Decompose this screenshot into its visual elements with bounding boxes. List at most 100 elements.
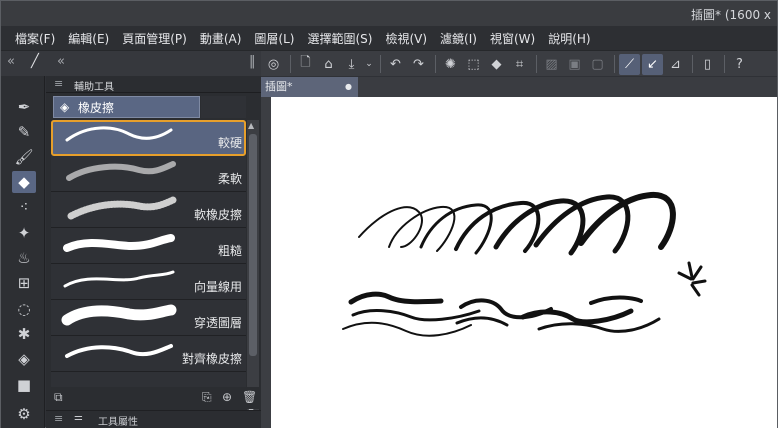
menu-animation[interactable]: 動畫(A) xyxy=(200,30,242,47)
figure-icon[interactable]: ⚙ xyxy=(12,403,36,425)
vector-snap-icon[interactable]: ↙ xyxy=(642,53,663,75)
sub-tool-label: 向量線用 xyxy=(193,280,242,294)
grid-icon[interactable]: ⊞ xyxy=(12,272,36,294)
document-tab[interactable]: 插圖* ● xyxy=(261,77,358,97)
canvas-drawing xyxy=(342,191,707,337)
menu-icon[interactable]: ≡ xyxy=(54,412,63,425)
list-item[interactable]: 軟橡皮擦 xyxy=(51,192,246,228)
menu-edit[interactable]: 編輯(E) xyxy=(68,30,109,47)
smartphone-icon[interactable]: ▯ xyxy=(697,54,718,75)
collapse-left-icon[interactable]: « xyxy=(7,54,15,69)
menu-icon[interactable]: ≡ xyxy=(54,77,63,90)
lasso-icon[interactable]: ◌ xyxy=(12,298,36,320)
tool-property-header: ≡ ⚌ 工具屬性 xyxy=(46,410,261,428)
toolbar-icons: ◎ 🗋 ⌂ ⤓ ⌄ ↶ ↷ ✺ ⬚ ◆ ⌗ ▨ ▣ ▢ ⟋ ↙ ⊿ ▯ ? xyxy=(263,53,752,75)
list-item[interactable]: 粗糙 xyxy=(51,228,246,264)
open-folder-icon[interactable]: ⌂ xyxy=(318,54,339,75)
help-icon[interactable]: ? xyxy=(729,54,750,75)
sub-tool-settings-icon[interactable]: ⧉ xyxy=(54,390,63,405)
group-tab-area xyxy=(201,96,246,118)
snap-2-icon[interactable]: ▣ xyxy=(564,54,585,75)
wand-icon[interactable]: ✱ xyxy=(12,323,36,345)
save-icon[interactable]: ⤓ xyxy=(341,54,362,75)
undo-icon[interactable]: ↶ xyxy=(385,54,406,75)
list-item[interactable]: 柔軟 xyxy=(51,156,246,192)
drawing-canvas[interactable] xyxy=(271,97,777,428)
menu-window[interactable]: 視窗(W) xyxy=(490,30,535,47)
toolbar-left-area: « ╱ « ‖ xyxy=(1,51,261,76)
toolbar-separator xyxy=(614,55,615,73)
close-icon[interactable]: ● xyxy=(345,77,352,97)
blend-icon[interactable]: ♨ xyxy=(12,247,36,269)
sub-tool-list: 較硬 柔軟 軟橡皮擦 粗糙 向量線用 穿透圖層 對齊橡皮擦 xyxy=(51,120,246,408)
scrollbar-thumb[interactable] xyxy=(249,134,257,356)
loading-icon[interactable]: ✺ xyxy=(440,54,461,75)
toolbar-separator xyxy=(435,55,436,73)
brush-icon[interactable]: 🖌 xyxy=(12,146,36,168)
tab-strip xyxy=(358,77,777,97)
redo-icon[interactable]: ↷ xyxy=(408,54,429,75)
stroke-preview-align xyxy=(65,344,173,358)
sub-tool-label: 粗糙 xyxy=(217,244,242,258)
new-file-icon[interactable]: 🗋 xyxy=(295,54,316,75)
create-sub-tool-icon[interactable]: ⊕ xyxy=(222,390,232,404)
scroll-up-icon[interactable]: ▲ xyxy=(248,121,254,130)
pen-small-icon[interactable]: ╱ xyxy=(31,54,39,69)
menu-page[interactable]: 頁面管理(P) xyxy=(122,30,187,47)
toolbar-separator xyxy=(380,55,381,73)
fill-icon[interactable]: ◆ xyxy=(486,54,507,75)
perspective-icon[interactable]: ⊿ xyxy=(665,54,686,75)
menu-help[interactable]: 說明(H) xyxy=(548,30,590,47)
sub-tool-group-eraser[interactable]: ◈ 橡皮擦 xyxy=(53,96,200,118)
panel-footer: ⧉ ⎘ ⊕ 🗑 xyxy=(46,387,261,409)
menu-selection[interactable]: 選擇範圍(S) xyxy=(307,30,372,47)
stroke-preview-rough xyxy=(63,234,175,252)
toolbar-separator xyxy=(724,55,725,73)
snap-1-icon[interactable]: ▨ xyxy=(541,54,562,75)
copy-sub-tool-icon[interactable]: ⎘ xyxy=(202,390,212,405)
spray-icon[interactable]: ⁖ xyxy=(12,196,36,218)
menu-layer[interactable]: 圖層(L) xyxy=(254,30,294,47)
gradient-icon[interactable]: ■ xyxy=(12,374,36,396)
ruler-snap-icon[interactable]: ⟋ xyxy=(619,53,640,75)
chevron-down-icon[interactable]: ⌄ xyxy=(364,54,374,75)
sub-tool-label: 柔軟 xyxy=(217,172,242,186)
list-item[interactable]: 較硬 xyxy=(51,120,246,156)
delete-sub-tool-icon[interactable]: 🗑 xyxy=(242,390,257,404)
stroke-preview-airbrush xyxy=(67,196,177,220)
panel-title: 輔助工具 xyxy=(74,82,114,93)
group-label: 橡皮擦 xyxy=(78,100,115,115)
window-title: 插圖* (1600 x xyxy=(691,8,771,22)
sub-tool-label: 軟橡皮擦 xyxy=(193,208,242,222)
menu-view[interactable]: 檢視(V) xyxy=(385,30,427,47)
document-tab-label: 插圖* xyxy=(265,80,293,93)
list-item[interactable]: 向量線用 xyxy=(51,264,246,300)
menu-bar: 檔案(F) 編輯(E) 頁面管理(P) 動畫(A) 圖層(L) 選擇範圍(S) … xyxy=(1,26,777,50)
snap-3-icon[interactable]: ▢ xyxy=(587,54,608,75)
pen-icon[interactable]: ✒ xyxy=(12,96,36,118)
toolbar-separator xyxy=(290,55,291,73)
sub-tool-label: 穿透圖層 xyxy=(193,316,242,330)
toolbar-separator xyxy=(692,55,693,73)
eraser-icon: ◈ xyxy=(60,100,70,114)
pencil-icon[interactable]: ✎ xyxy=(12,121,36,143)
list-item[interactable]: 對齊橡皮擦 xyxy=(51,336,246,372)
stroke-preview-hard xyxy=(65,126,173,142)
grip-icon[interactable]: ‖ xyxy=(249,54,255,69)
title-bar: 插圖* (1600 x xyxy=(1,1,777,26)
clear-icon[interactable]: ⬚ xyxy=(463,54,484,75)
list-item[interactable]: 穿透圖層 xyxy=(51,300,246,336)
menu-file[interactable]: 檔案(F) xyxy=(15,30,55,47)
fill-icon[interactable]: ◈ xyxy=(12,348,36,370)
sparkle-icon[interactable]: ✦ xyxy=(12,222,36,244)
clip-studio-icon[interactable]: ◎ xyxy=(263,54,284,75)
transform-icon[interactable]: ⌗ xyxy=(509,54,530,75)
menu-filter[interactable]: 濾鏡(I) xyxy=(440,30,477,47)
stroke-preview-through-layers xyxy=(61,304,177,326)
sub-tool-panel: ≡ 輔助工具 ◈ 橡皮擦 較硬 柔軟 軟橡皮擦 粗糙 向量線用 穿透圖層 對齊橡… xyxy=(46,76,261,428)
sub-tool-label: 較硬 xyxy=(217,136,242,150)
list-scrollbar[interactable]: ▲ ▼ xyxy=(247,120,259,417)
eraser-icon[interactable]: ◆ xyxy=(12,171,36,193)
toolbar-separator xyxy=(536,55,537,73)
collapse-left-icon[interactable]: « xyxy=(57,54,65,69)
